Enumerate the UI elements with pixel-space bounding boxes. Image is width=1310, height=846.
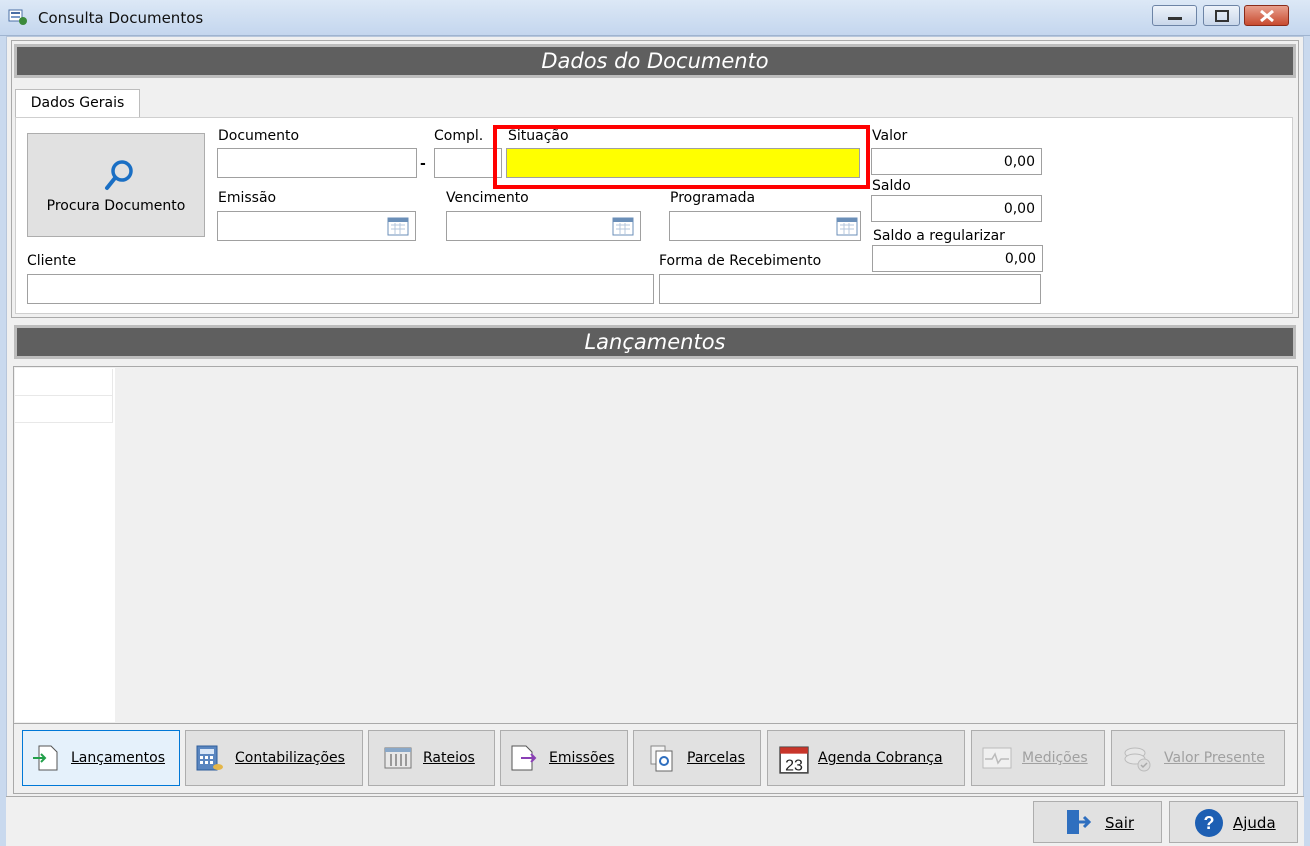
calendar-icon[interactable]	[387, 216, 409, 236]
search-icon	[105, 160, 133, 190]
saldo-field[interactable]: 0,00	[871, 195, 1042, 222]
agenda-cobranca-button[interactable]: 23 Agenda Cobrança	[767, 730, 965, 786]
grid-row[interactable]	[15, 396, 113, 423]
installments-icon	[650, 745, 673, 772]
rateios-button-label: Rateios	[423, 750, 475, 766]
maximize-icon	[1215, 10, 1229, 22]
exit-button-label: Sair	[1105, 814, 1135, 832]
title-bar: Consulta Documentos	[0, 0, 1310, 36]
emissao-field[interactable]	[217, 211, 416, 241]
saldo-regularizar-field[interactable]: 0,00	[872, 245, 1043, 272]
present-value-icon	[1124, 747, 1151, 772]
programada-label: Programada	[670, 190, 756, 206]
saldo-regularizar-label: Saldo a regularizar	[873, 228, 1005, 244]
lancamentos-button[interactable]: Lançamentos	[22, 730, 180, 786]
valor-label: Valor	[872, 128, 908, 144]
section-header-document: Dados do Documento	[14, 44, 1296, 78]
documento-separator: -	[420, 156, 426, 172]
close-button[interactable]	[1244, 5, 1289, 26]
calendar-icon[interactable]	[612, 216, 634, 236]
grid-row-header[interactable]	[15, 369, 113, 396]
emissao-label: Emissão	[218, 190, 277, 206]
contabilizacoes-button-label: Contabilizações	[235, 750, 345, 766]
minimize-icon	[1168, 17, 1182, 20]
help-icon: ?	[1195, 809, 1223, 837]
lancamentos-grid	[13, 366, 1298, 724]
split-icon	[384, 747, 412, 769]
search-document-label: Procura Documento	[46, 198, 186, 214]
parcelas-button-label: Parcelas	[687, 750, 745, 766]
compl-field[interactable]	[434, 148, 502, 178]
close-icon	[1260, 10, 1274, 22]
emissoes-button-label: Emissões	[549, 750, 615, 766]
exit-icon	[1067, 810, 1092, 834]
measurement-icon	[982, 747, 1012, 769]
cliente-label: Cliente	[27, 253, 77, 269]
calendar-day-text: 23	[785, 758, 803, 775]
vencimento-field[interactable]	[446, 211, 641, 241]
vencimento-label: Vencimento	[446, 190, 529, 206]
section-header-lancamentos: Lançamentos	[14, 325, 1296, 359]
tab-dados-gerais[interactable]: Dados Gerais	[15, 89, 140, 118]
compl-label: Compl.	[434, 128, 484, 144]
medicoes-button-label: Medições	[1022, 750, 1088, 766]
search-document-button[interactable]: Procura Documento	[27, 133, 205, 237]
calculator-icon	[196, 745, 223, 771]
help-button-label: Ajuda	[1233, 814, 1276, 832]
forma-recebimento-label: Forma de Recebimento	[659, 253, 822, 269]
situacao-highlight-box	[493, 125, 870, 189]
rateios-button[interactable]: Rateios	[368, 730, 495, 786]
cliente-field[interactable]	[27, 274, 654, 304]
help-button[interactable]: ? Ajuda	[1169, 801, 1298, 843]
entries-icon	[33, 745, 58, 771]
parcelas-button[interactable]: Parcelas	[633, 730, 761, 786]
lancamentos-button-label: Lançamentos	[71, 750, 166, 766]
programada-field[interactable]	[669, 211, 861, 241]
agenda-cobranca-button-label: Agenda Cobrança	[818, 750, 943, 766]
contabilizacoes-button[interactable]: Contabilizações	[185, 730, 363, 786]
valor-field[interactable]: 0,00	[871, 148, 1042, 175]
maximize-button[interactable]	[1203, 5, 1240, 26]
valor-presente-button[interactable]: Valor Presente	[1111, 730, 1285, 786]
emissoes-button[interactable]: Emissões	[500, 730, 628, 786]
app-icon	[8, 9, 27, 25]
forma-recebimento-field[interactable]	[659, 274, 1041, 304]
documento-field[interactable]	[217, 148, 417, 178]
minimize-button[interactable]	[1152, 5, 1197, 26]
medicoes-button[interactable]: Medições	[971, 730, 1105, 786]
calendar-icon: 23	[779, 746, 809, 775]
documento-label: Documento	[218, 128, 300, 144]
exit-button[interactable]: Sair	[1033, 801, 1162, 843]
valor-presente-button-label: Valor Presente	[1164, 750, 1265, 766]
window-title: Consulta Documentos	[38, 9, 204, 27]
svg-text:?: ?	[1204, 813, 1215, 833]
emissions-icon	[511, 745, 537, 771]
saldo-label: Saldo	[872, 178, 911, 194]
calendar-icon[interactable]	[836, 216, 858, 236]
